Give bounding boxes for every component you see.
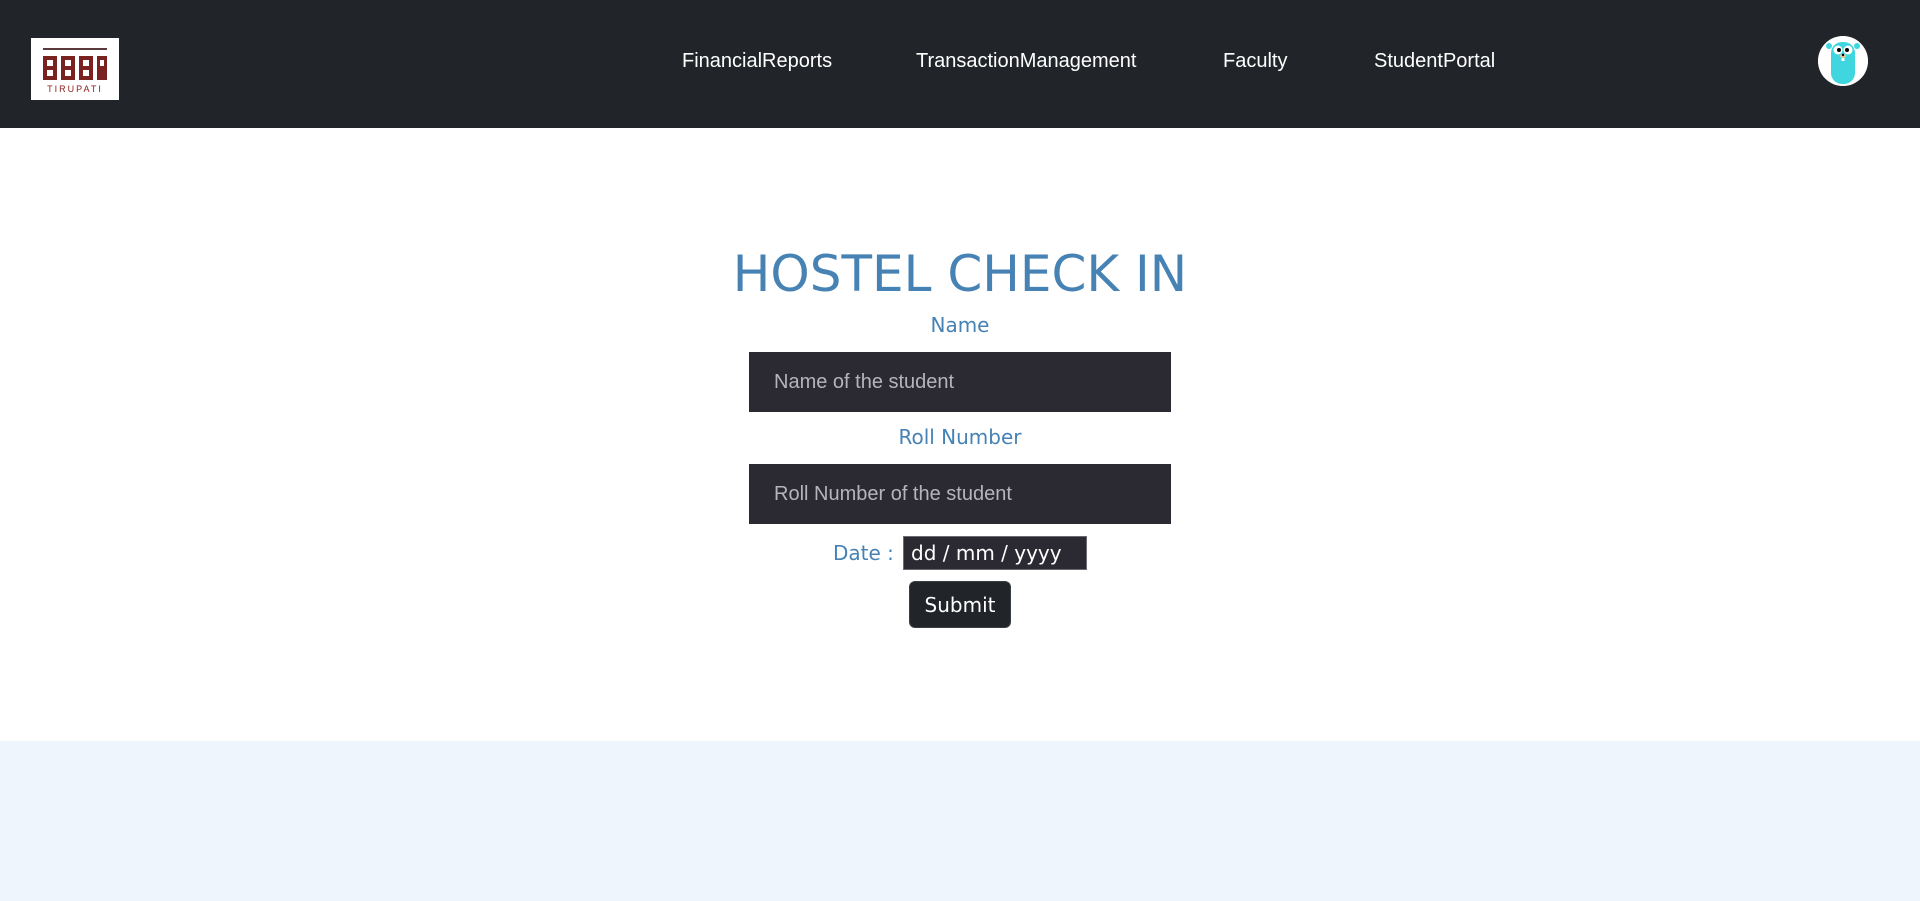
navbar: TIRUPATI FinancialReports TransactionMan… xyxy=(0,0,1920,128)
roll-number-input[interactable] xyxy=(749,464,1171,524)
nav-link-student-portal[interactable]: StudentPortal xyxy=(1374,48,1495,74)
nav-link-financial-reports[interactable]: FinancialReports xyxy=(682,48,832,74)
date-input[interactable]: dd / mm / yyyy xyxy=(903,536,1087,570)
page-title: HOSTEL CHECK IN xyxy=(732,245,1188,303)
user-avatar[interactable] xyxy=(1818,36,1868,86)
nav-link-transaction-management[interactable]: TransactionManagement xyxy=(916,48,1137,74)
date-label: Date : xyxy=(833,541,894,565)
date-row: Date : dd / mm / yyyy xyxy=(0,536,1920,572)
svg-text:TIRUPATI: TIRUPATI xyxy=(47,84,103,94)
name-label: Name xyxy=(930,313,990,337)
nav-link-faculty[interactable]: Faculty xyxy=(1223,48,1287,74)
roll-number-label: Roll Number xyxy=(898,425,1022,449)
submit-button[interactable]: Submit xyxy=(909,581,1011,628)
institute-logo[interactable]: TIRUPATI xyxy=(31,38,119,100)
main-content: HOSTEL CHECK IN Name Roll Number Date : … xyxy=(0,128,1920,741)
student-name-input[interactable] xyxy=(749,352,1171,412)
logo-graphic: TIRUPATI xyxy=(31,38,119,100)
gopher-avatar-icon xyxy=(1818,36,1868,86)
